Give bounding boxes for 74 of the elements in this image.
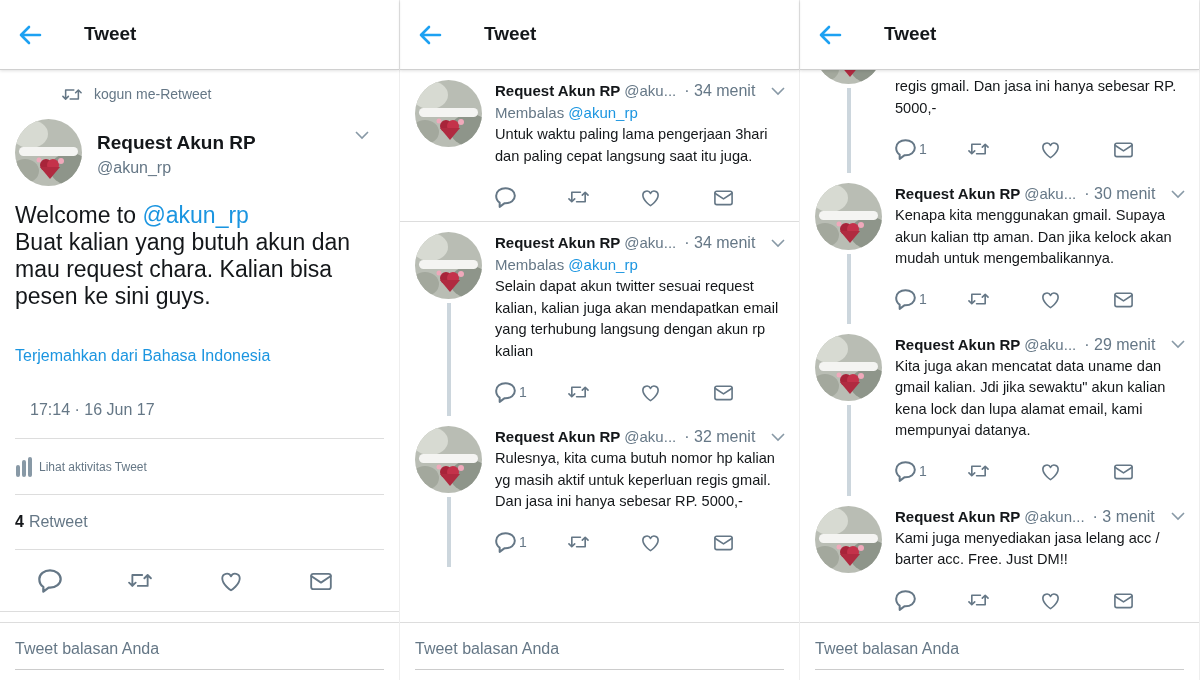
mention-link[interactable]: @akun_rp: [568, 256, 638, 273]
author-handle: @aku...: [624, 233, 677, 253]
tweet-timestamp: 17:14 · 16 Jun 17: [30, 400, 156, 420]
tweet-time: · 29 menit: [1084, 334, 1157, 355]
retweet-note: kogun me-Retweet: [94, 85, 212, 104]
heart-icon[interactable]: [1040, 289, 1061, 310]
author-handle: @akun_rp: [97, 158, 173, 178]
retweet-label: Retweet: [28, 512, 88, 532]
reply-icon[interactable]: [895, 590, 916, 611]
author-name: Request Akun RP: [495, 233, 621, 253]
reply-count: 1: [919, 462, 927, 481]
author-handle: @aku...: [624, 427, 677, 447]
tweet-time: · 3 menit: [1092, 506, 1156, 527]
reply-count: 1: [519, 533, 527, 552]
stats-icon[interactable]: [15, 455, 33, 478]
reply-icon[interactable]: [38, 568, 62, 593]
author-name: Request Akun RP: [895, 334, 1021, 355]
retweet-count: 4: [15, 512, 24, 532]
author-name: Request Akun RP: [495, 81, 621, 101]
author-handle: @akun...: [1024, 506, 1085, 527]
back-arrow-icon[interactable]: [818, 24, 842, 45]
author-name: Request Akun RP: [495, 427, 621, 447]
tweet-text: regis gmail. Dan jasa ini hanya sebesar RP. 5000,-: [895, 77, 1178, 118]
mail-icon[interactable]: [712, 532, 734, 553]
tweet-text: Rulesnya, kita cuma butuh nomor hp kalian yg masih aktif untuk keperluan regis gmail. Dan jasa ini hanya sebesar RP. 5000,-: [495, 449, 776, 511]
reply-count: 1: [519, 382, 527, 402]
reply-icon[interactable]: [895, 289, 916, 310]
author-handle: @aku...: [1024, 184, 1077, 204]
mail-icon[interactable]: [1112, 461, 1134, 482]
mail-icon[interactable]: [1112, 590, 1134, 611]
chevron-down-icon[interactable]: [771, 86, 785, 96]
tweet-text: Kami juga menyediakan jasa lelang acc / barter acc. Free. Just DM!!: [895, 528, 1161, 569]
heart-icon[interactable]: [1040, 590, 1061, 611]
author-name: Request Akun RP: [895, 184, 1021, 204]
tweet-time: · 34 menit: [684, 81, 757, 101]
mail-icon[interactable]: [1112, 289, 1134, 310]
author-name: Request Akun RP: [895, 506, 1021, 527]
chevron-down-icon[interactable]: [355, 131, 369, 140]
tweet-text: Welcome to @akun_rp Buat kalian yang butuh akun dan mau request chara. Kalian bisa pesen ke sini guys.: [15, 202, 352, 310]
page-title: Tweet: [84, 22, 137, 47]
chevron-down-icon[interactable]: [771, 432, 785, 442]
chevron-down-icon[interactable]: [1171, 189, 1185, 199]
mention-link[interactable]: @akun_rp: [142, 202, 249, 228]
reply-count: 1: [919, 139, 927, 159]
heart-icon[interactable]: [1040, 461, 1061, 482]
author-handle: @aku...: [624, 81, 677, 101]
reply-icon[interactable]: [495, 532, 516, 553]
activity-link[interactable]: Lihat aktivitas Tweet: [39, 457, 147, 476]
tweet-text: Selain dapat akun twitter sesuai request kalian, kalian juga akan mendapatkan email yang terhubung langsung dengan akun rp kalian: [495, 277, 780, 361]
chevron-down-icon[interactable]: [1171, 340, 1185, 349]
reply-icon[interactable]: [495, 186, 516, 208]
chevron-down-icon[interactable]: [771, 238, 785, 248]
tweet-time: · 30 menit: [1084, 184, 1157, 204]
tweet-time: · 34 menit: [684, 233, 757, 253]
page-title: Tweet: [484, 22, 537, 47]
translate-link[interactable]: Terjemahkan dari Bahasa Indonesia: [15, 344, 271, 368]
reply-count: 1: [919, 290, 927, 309]
reply-icon[interactable]: [895, 138, 916, 160]
page-title: Tweet: [884, 22, 937, 47]
chevron-down-icon[interactable]: [1171, 512, 1185, 521]
back-arrow-icon[interactable]: [18, 24, 42, 45]
mention-link[interactable]: @akun_rp: [568, 104, 638, 121]
tweet-text: Kita juga akan mencatat data uname dan gmail kalian. Jdi jika sewaktu" akun kalian kena lock dan lupa alamat email, kami mempunyai datanya.: [895, 356, 1167, 440]
reply-context: Membalas @akun_rp: [495, 103, 639, 123]
author-name: Request Akun RP: [97, 131, 257, 155]
heart-icon[interactable]: [640, 532, 661, 553]
reply-context: Membalas @akun_rp: [495, 255, 639, 275]
author-handle: @aku...: [1024, 334, 1077, 355]
tweet-text: Kenapa kita menggunakan gmail. Supaya akun kalian ttp aman. Dan jika kelock akan mudah untuk mengembalikannya.: [895, 206, 1173, 268]
tweet-text: Untuk waktu paling lama pengerjaan 3hari dan paling cepat langsung saat itu juga.: [495, 125, 769, 166]
tweet-time: · 32 menit: [684, 427, 757, 447]
reply-icon[interactable]: [495, 381, 516, 403]
reply-icon[interactable]: [895, 461, 916, 482]
back-arrow-icon[interactable]: [418, 24, 442, 45]
